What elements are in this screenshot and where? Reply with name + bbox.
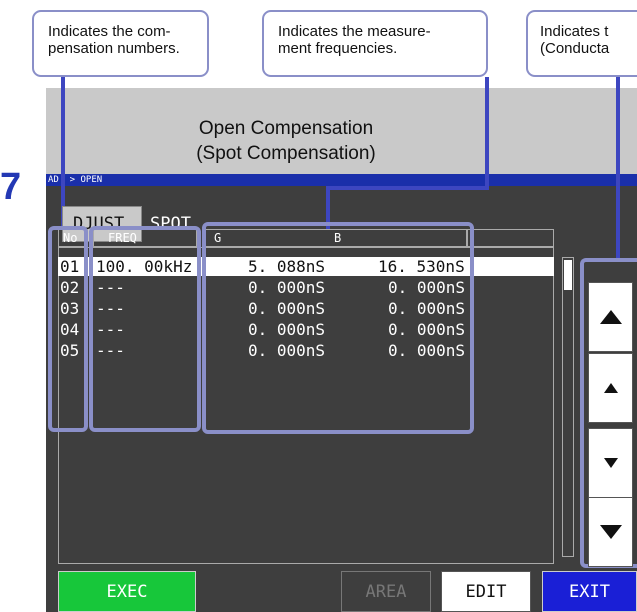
callout-measurement-frequencies: Indicates the measure- ment frequencies. xyxy=(262,10,488,77)
breadcrumb: AD > OPEN xyxy=(46,174,637,186)
highlight-no-column xyxy=(48,226,88,432)
screen-title-line-1: Open Compensation xyxy=(198,118,374,139)
callout-line-1: Indicates the com- xyxy=(48,23,171,40)
exit-button[interactable]: EXIT xyxy=(542,571,637,612)
scrollbar[interactable] xyxy=(562,257,574,557)
step-number: 7 xyxy=(0,166,22,208)
highlight-freq-column xyxy=(89,226,201,432)
line-down-button[interactable] xyxy=(588,428,633,498)
column-header-blank xyxy=(467,229,554,247)
leader-line-freq-vertical xyxy=(485,77,489,190)
screen-title-line-2: (Spot Compensation) xyxy=(196,143,376,164)
callout-line-1: Indicates t xyxy=(540,23,609,40)
callout-line-2: pensation numbers. xyxy=(48,40,180,57)
exec-button[interactable]: EXEC xyxy=(58,571,196,612)
line-up-icon xyxy=(603,383,618,393)
highlight-values-columns xyxy=(202,222,474,434)
callout-measured-values: Indicates t (Conducta xyxy=(526,10,637,77)
page-down-icon xyxy=(599,525,622,539)
page-up-icon xyxy=(599,310,622,324)
callout-line-2: (Conducta xyxy=(540,40,610,57)
page-down-button[interactable] xyxy=(588,497,633,567)
callout-line-1: Indicates the measure- xyxy=(278,23,431,40)
callout-line-2: ment frequencies. xyxy=(278,40,398,57)
scrollbar-thumb[interactable] xyxy=(564,260,572,290)
screen-title-bar: Open Compensation (Spot Compensation) xyxy=(46,88,637,174)
line-up-button[interactable] xyxy=(588,353,633,423)
line-down-icon xyxy=(603,458,618,468)
area-button[interactable]: AREA xyxy=(341,571,431,612)
leader-line-values xyxy=(616,77,620,258)
leader-line-freq-horizontal xyxy=(326,186,489,190)
page-up-button[interactable] xyxy=(588,282,633,352)
edit-button[interactable]: EDIT xyxy=(441,571,531,612)
callout-compensation-numbers: Indicates the com- pensation numbers. xyxy=(32,10,209,77)
